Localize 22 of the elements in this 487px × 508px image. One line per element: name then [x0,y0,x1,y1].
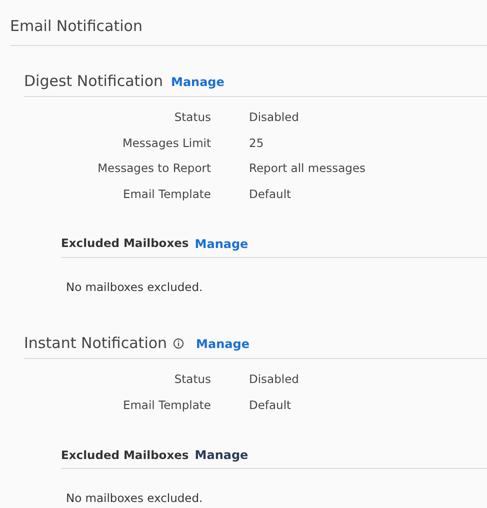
field-value: Disabled [249,371,299,388]
field-label: Messages to Report [96,160,211,178]
field-label: Email Template [122,186,211,203]
empty-message: No mailboxes excluded. [65,490,204,508]
field-value: Default [249,396,292,414]
subsection-title: Excluded Mailboxes [61,235,189,252]
field-label: Messages Limit [121,134,211,152]
field-label: Status [173,109,211,126]
subsection-title: Excluded Mailboxes [61,446,189,464]
field-value: Report all messages [249,160,366,178]
field-value: Disabled [249,109,299,126]
section-title: Instant Notification [24,333,168,354]
page-title: Email Notification [10,16,144,36]
section-title: Digest Notification [24,70,163,92]
field-value: 25 [249,134,264,152]
field-value: Default [249,186,292,203]
field-label: Status [173,371,211,388]
field-label: Email Template [122,396,211,414]
manage-link[interactable]: Manage [194,235,248,253]
manage-link[interactable]: Manage [171,75,224,89]
manage-link[interactable]: Manage [196,337,250,352]
empty-message: No mailboxes excluded. [65,279,204,296]
